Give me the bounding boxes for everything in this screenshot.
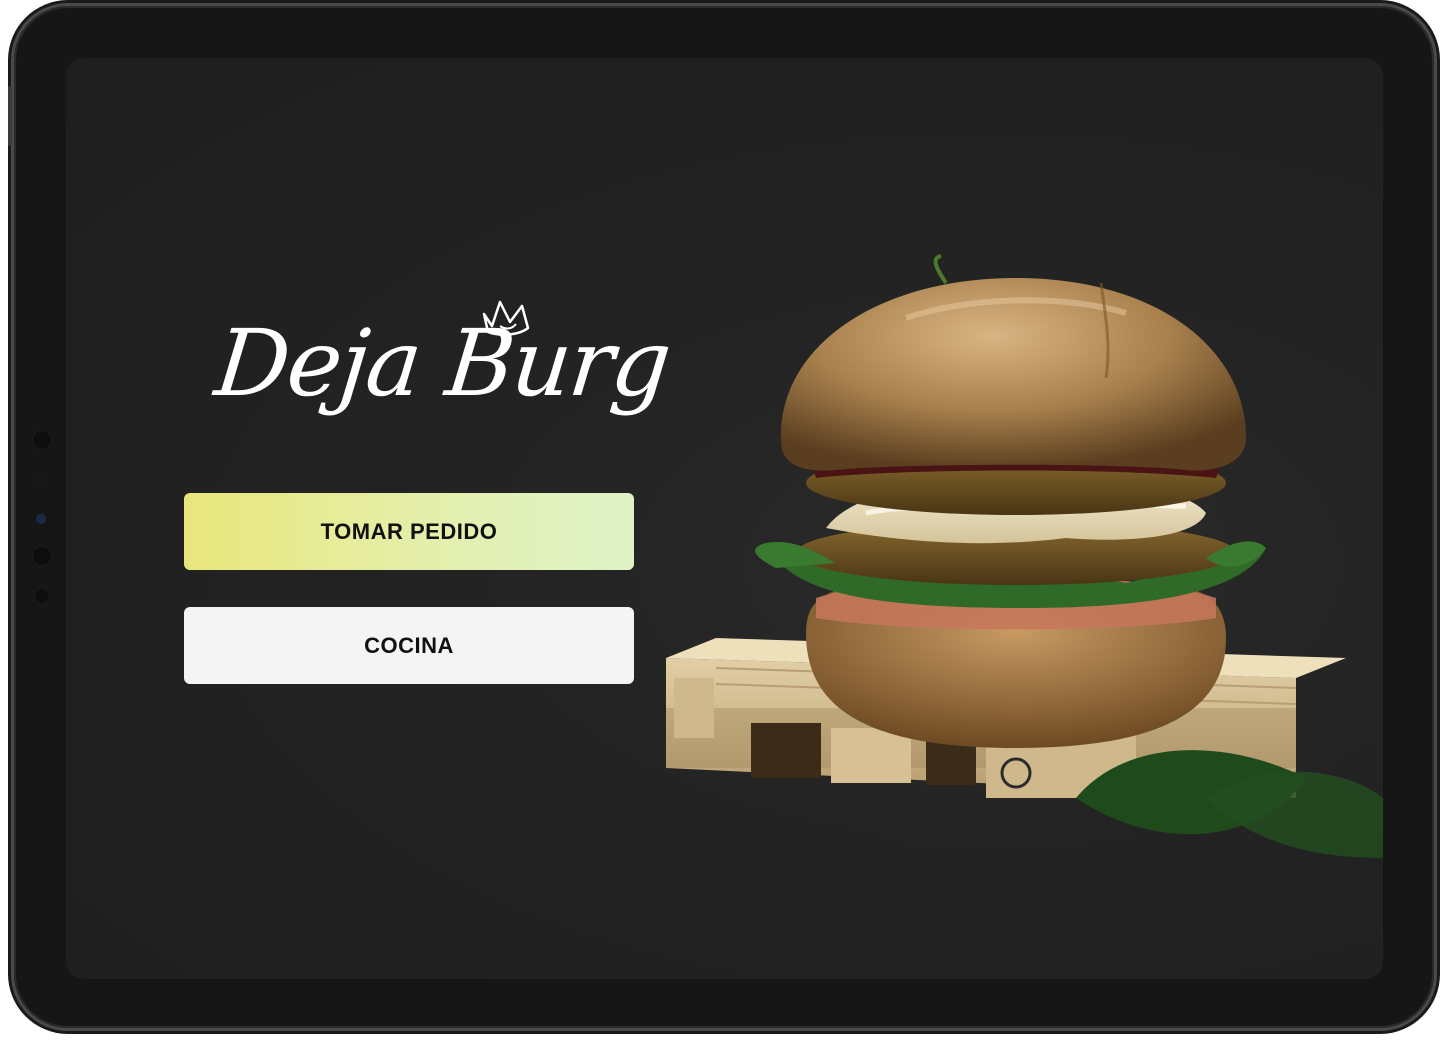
kitchen-button[interactable]: COCINA xyxy=(184,607,634,684)
brand-name: Deja Burg xyxy=(210,310,675,417)
burger-hero-image xyxy=(626,238,1383,878)
brand-logo: Deja Burg xyxy=(210,290,674,460)
sensor-dot-icon xyxy=(39,479,43,483)
side-button-top xyxy=(8,86,12,146)
app-screen: Deja Burg TOMAR PEDIDO COCINA xyxy=(66,58,1383,979)
camera-lens-icon xyxy=(36,514,46,524)
kitchen-label: COCINA xyxy=(364,632,454,658)
microphone-icon xyxy=(34,588,50,604)
flash-sensor-icon xyxy=(32,546,52,566)
take-order-button[interactable]: TOMAR PEDIDO xyxy=(184,493,634,570)
front-camera-icon xyxy=(32,430,52,450)
take-order-label: TOMAR PEDIDO xyxy=(320,518,498,544)
